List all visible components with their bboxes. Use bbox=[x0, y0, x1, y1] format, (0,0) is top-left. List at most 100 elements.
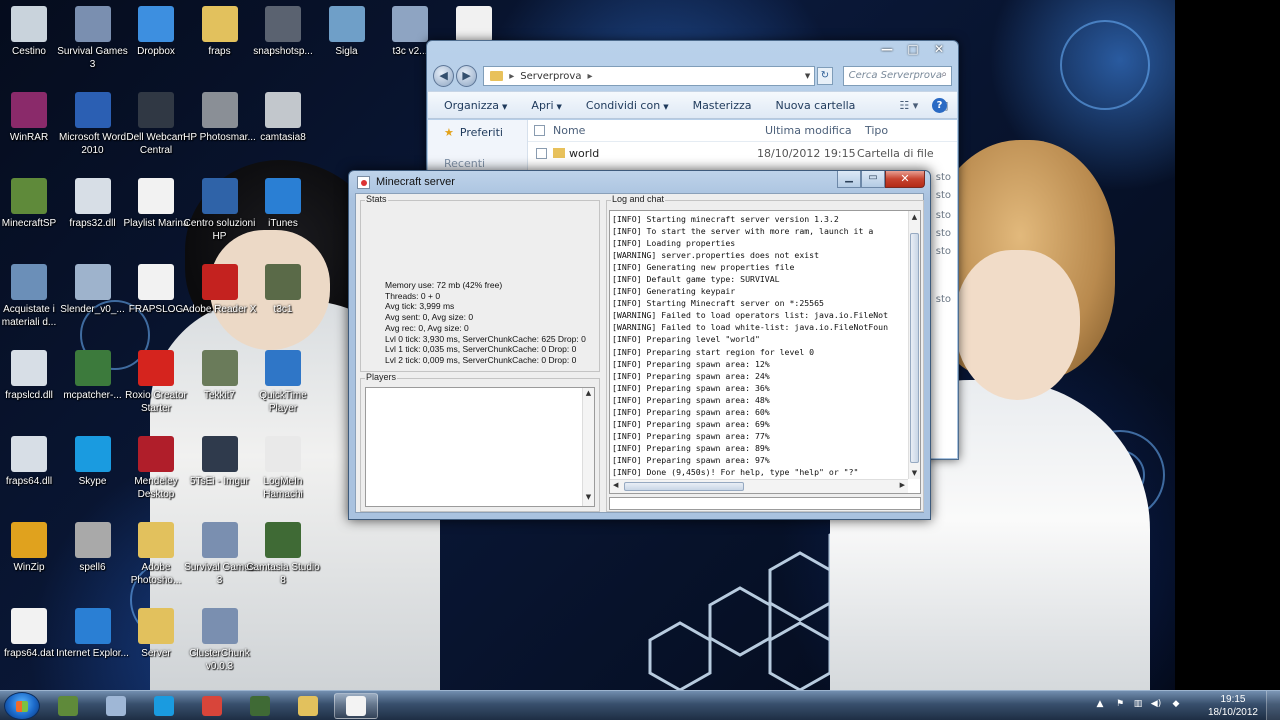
row-checkbox[interactable] bbox=[536, 147, 547, 159]
dropbox-tray-icon[interactable]: ◆ bbox=[1170, 699, 1182, 711]
desktop-icon[interactable]: iTunes bbox=[244, 178, 322, 230]
log-line: [INFO] Loading properties bbox=[612, 238, 736, 249]
start-button[interactable] bbox=[4, 692, 40, 720]
app-icon bbox=[74, 436, 111, 472]
forward-button[interactable]: ▶ bbox=[456, 65, 478, 87]
nav-item-recent[interactable]: Recenti bbox=[444, 157, 527, 170]
stat-line: Avg rec: 0, Avg size: 0 bbox=[385, 322, 469, 333]
file-row[interactable]: world 18/10/2012 19:15 Cartella di file bbox=[528, 142, 957, 164]
scroll-up-icon[interactable]: ▲ bbox=[909, 213, 920, 221]
maximize-button[interactable]: ▭ bbox=[861, 171, 885, 188]
desktop-icon[interactable]: QuickTime Player bbox=[244, 350, 322, 415]
volume-icon[interactable]: ◀) bbox=[1150, 699, 1162, 711]
open-button[interactable]: Apri ▼ bbox=[531, 99, 561, 112]
stats-panel: Stats Memory use: 72 mb (42% free) Threa… bbox=[360, 194, 600, 372]
burn-button[interactable]: Masterizza bbox=[693, 99, 752, 112]
scroll-right-icon[interactable]: ▶ bbox=[900, 481, 905, 489]
taskbar-button-skype[interactable] bbox=[142, 693, 186, 719]
app-icon bbox=[392, 6, 428, 42]
log-vertical-scrollbar[interactable]: ▲ ▼ bbox=[908, 211, 920, 479]
refresh-button[interactable]: ↻ bbox=[817, 67, 833, 85]
app-icon bbox=[265, 350, 301, 386]
desktop-icon[interactable]: LogMeIn Hamachi bbox=[244, 436, 322, 501]
file-modified: 18/10/2012 19:15 bbox=[757, 146, 856, 160]
app-icon bbox=[265, 436, 301, 472]
network-icon[interactable]: ▥ bbox=[1132, 699, 1144, 711]
log-line: [INFO] Starting Minecraft server on *:25… bbox=[612, 298, 824, 309]
taskbar-button-chrome[interactable] bbox=[190, 693, 234, 719]
scroll-down-icon[interactable]: ▼ bbox=[909, 469, 920, 477]
star-icon: ★ bbox=[444, 126, 454, 139]
mc-client-area: Stats Memory use: 72 mb (42% free) Threa… bbox=[355, 193, 924, 513]
search-input[interactable]: Cerca Serverprova ⌕ bbox=[842, 66, 953, 86]
clock[interactable]: 19:15 18/10/2012 bbox=[1208, 693, 1258, 719]
desktop-icon[interactable]: t3c1 bbox=[244, 264, 322, 316]
column-modified[interactable]: Ultima modifica bbox=[765, 124, 865, 137]
app-icon bbox=[74, 522, 111, 558]
taskbar-button-feather[interactable] bbox=[94, 693, 138, 719]
minimize-button[interactable]: — bbox=[874, 41, 900, 59]
back-button[interactable]: ◀ bbox=[433, 65, 455, 87]
stat-line: Lvl 2 tick: 0,009 ms, ServerChunkCache: … bbox=[385, 354, 577, 365]
app-icon bbox=[74, 264, 111, 300]
view-options-icon[interactable]: ☷ ▾ bbox=[899, 99, 918, 112]
breadcrumb-arrow-icon: ▸ bbox=[509, 70, 515, 82]
log-horizontal-scrollbar[interactable]: ◀ ▶ bbox=[610, 479, 908, 493]
scroll-left-icon[interactable]: ◀ bbox=[613, 481, 618, 489]
scrollbar-thumb[interactable] bbox=[910, 233, 919, 463]
taskbar-button-minecraft[interactable] bbox=[46, 693, 90, 719]
java-icon bbox=[357, 175, 370, 189]
scroll-down-icon[interactable]: ▼ bbox=[583, 493, 594, 505]
app-icon bbox=[138, 264, 174, 300]
stat-line: Threads: 0 + 0 bbox=[385, 290, 441, 301]
stat-line: Lvl 0 tick: 3,930 ms, ServerChunkCache: … bbox=[385, 333, 586, 344]
column-headers: Nome Ultima modifica Tipo bbox=[528, 120, 957, 142]
app-icon bbox=[74, 350, 111, 386]
desktop-icon[interactable]: Camtasia Studio 8 bbox=[244, 522, 322, 587]
minecraft-server-window[interactable]: Minecraft server ▁ ▭ ✕ Stats Memory use:… bbox=[348, 170, 931, 520]
column-name[interactable]: Nome bbox=[553, 124, 765, 137]
tray-expand-icon[interactable]: ▲ bbox=[1094, 699, 1106, 711]
scrollbar-thumb[interactable] bbox=[624, 482, 744, 491]
maximize-button[interactable]: □ bbox=[900, 41, 926, 59]
players-list[interactable]: ▲ ▼ bbox=[365, 387, 595, 507]
desktop-icon[interactable]: camtasia8 bbox=[244, 92, 322, 144]
share-button[interactable]: Condividi con ▼ bbox=[586, 99, 669, 112]
app-icon bbox=[265, 6, 301, 42]
file-name: world bbox=[569, 146, 600, 160]
chat-input[interactable] bbox=[609, 497, 921, 510]
app-icon bbox=[138, 178, 174, 214]
taskbar-button-camtasia[interactable] bbox=[238, 693, 282, 719]
select-all-checkbox[interactable] bbox=[534, 125, 545, 136]
log-line: [INFO] Preparing spawn area: 97% bbox=[612, 454, 770, 465]
address-bar[interactable]: ▸ Serverprova ▸ ▼ bbox=[483, 66, 816, 86]
taskbar-button-java[interactable] bbox=[334, 693, 378, 719]
explorer-titlebar[interactable]: — □ ✕ bbox=[427, 41, 958, 63]
taskbar: ▲ ⚑ ▥ ◀) ◆ 19:15 18/10/2012 bbox=[0, 690, 1280, 720]
flag-icon[interactable]: ⚑ bbox=[1114, 699, 1126, 711]
log-line: [WARNING] Failed to load operators list:… bbox=[612, 310, 889, 321]
new-folder-button[interactable]: Nuova cartella bbox=[776, 99, 856, 112]
log-line: [INFO] Preparing spawn area: 89% bbox=[612, 442, 770, 453]
scroll-up-icon[interactable]: ▲ bbox=[583, 389, 594, 401]
players-scrollbar[interactable]: ▲ ▼ bbox=[582, 388, 594, 506]
nav-item-favorites[interactable]: ★ Preferiti bbox=[444, 126, 527, 139]
mc-titlebar[interactable]: Minecraft server ▁ ▭ ✕ bbox=[349, 171, 930, 193]
app-icon bbox=[138, 6, 174, 42]
log-line: [INFO] Preparing spawn area: 36% bbox=[612, 382, 770, 393]
show-desktop-button[interactable] bbox=[1266, 691, 1280, 720]
chevron-down-icon[interactable]: ▼ bbox=[805, 72, 810, 80]
stat-line: Memory use: 72 mb (42% free) bbox=[385, 280, 503, 290]
desktop-icon[interactable]: ClusterChunk v0.0.3 bbox=[181, 608, 259, 673]
organize-button[interactable]: Organizza ▼ bbox=[444, 99, 507, 112]
help-icon[interactable]: ? bbox=[932, 98, 947, 113]
taskbar-button-explorer[interactable] bbox=[286, 693, 330, 719]
breadcrumb-arrow-icon: ▸ bbox=[587, 70, 593, 82]
close-button[interactable]: ✕ bbox=[926, 41, 952, 59]
minimize-button[interactable]: ▁ bbox=[837, 171, 861, 188]
log-output[interactable]: [INFO] Starting minecraft server version… bbox=[609, 210, 921, 494]
close-button[interactable]: ✕ bbox=[885, 171, 925, 188]
app-icon bbox=[201, 92, 238, 128]
column-type[interactable]: Tipo bbox=[865, 124, 888, 137]
log-line: [INFO] Starting minecraft server version… bbox=[612, 214, 839, 224]
